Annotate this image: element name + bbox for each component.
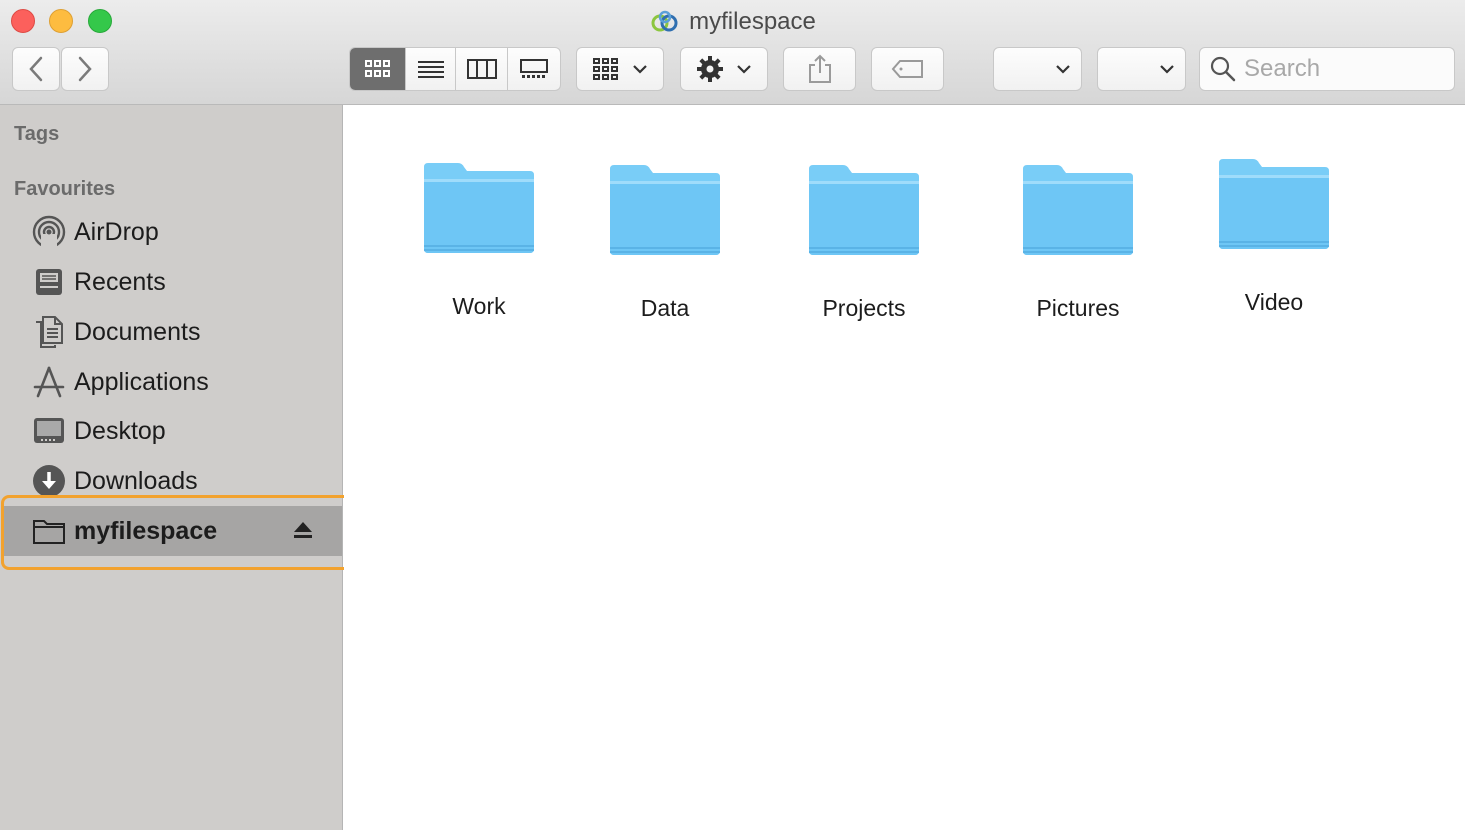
tag-icon (891, 60, 923, 78)
chevron-down-icon (1160, 65, 1174, 74)
search-input[interactable] (1244, 55, 1444, 83)
forward-button[interactable] (61, 47, 109, 91)
window-title: myfilespace (0, 8, 1465, 36)
folder-item-projects[interactable]: Projects (779, 163, 949, 322)
gallery-view-icon (520, 59, 548, 78)
sidebar-item-downloads[interactable]: Downloads (4, 456, 342, 506)
window-title-text: myfilespace (689, 8, 816, 35)
folder-icon (809, 165, 919, 255)
chevron-down-icon (737, 65, 751, 74)
sidebar-item-label: myfilespace (74, 516, 218, 545)
folder-item-video[interactable]: Video (1189, 157, 1359, 316)
folder-name: Video (1244, 289, 1304, 315)
grid-group-icon (593, 58, 618, 80)
tag-button[interactable] (871, 47, 944, 91)
favourites-heading[interactable]: Favourites (14, 178, 115, 201)
sidebar-item-label: Downloads (74, 466, 198, 495)
icon-view-icon (364, 60, 390, 77)
search-field[interactable] (1199, 47, 1455, 91)
desktop-icon (32, 414, 66, 448)
applications-icon (32, 365, 66, 399)
back-button[interactable] (12, 47, 60, 91)
documents-icon (32, 315, 66, 349)
folder-item-pictures[interactable]: Pictures (993, 163, 1163, 322)
chevron-left-icon (29, 56, 43, 82)
folder-name: Work (452, 293, 506, 319)
share-icon (808, 54, 831, 83)
eject-icon[interactable] (292, 519, 314, 541)
downloads-icon (32, 464, 66, 498)
folder-icon (1023, 165, 1133, 255)
folder-item-data[interactable]: Data (580, 163, 750, 322)
folder-name: Pictures (1036, 295, 1120, 321)
myfilespace-logo-icon (651, 10, 678, 32)
sidebar-item-label: Desktop (74, 416, 166, 445)
chevron-right-icon (78, 56, 92, 82)
recents-icon (32, 265, 66, 299)
list-view-button[interactable] (406, 48, 456, 90)
folder-name: Data (640, 295, 690, 321)
icon-view-button[interactable] (350, 48, 406, 90)
folder-icon (32, 514, 66, 548)
tags-heading[interactable]: Tags (14, 123, 59, 146)
toolbar-dropdown-2[interactable] (1097, 47, 1186, 91)
sidebar-item-airdrop[interactable]: AirDrop (4, 207, 342, 257)
share-button[interactable] (783, 47, 856, 91)
sidebar-item-myfilespace[interactable]: myfilespace (4, 506, 342, 556)
gallery-view-button[interactable] (508, 48, 560, 90)
chevron-down-icon (633, 65, 647, 74)
title-bar: myfilespace (0, 0, 1465, 105)
airdrop-icon (32, 215, 66, 249)
column-view-icon (466, 59, 497, 79)
folder-item-work[interactable]: Work (394, 161, 564, 320)
group-by-button[interactable] (576, 47, 664, 91)
sidebar-item-label: Documents (74, 317, 201, 346)
chevron-down-icon (1056, 65, 1070, 74)
folder-icon (610, 165, 720, 255)
folder-name: Projects (822, 295, 906, 321)
sidebar-item-recents[interactable]: Recents (4, 257, 342, 307)
toolbar-dropdown-1[interactable] (993, 47, 1082, 91)
folder-icon (424, 163, 534, 253)
sidebar: Tags Favourites AirDrop Recents Document… (0, 105, 343, 830)
action-menu-button[interactable] (680, 47, 768, 91)
folder-icon (1219, 159, 1329, 249)
view-mode-control (349, 47, 561, 91)
sidebar-item-documents[interactable]: Documents (4, 307, 342, 357)
sidebar-item-desktop[interactable]: Desktop (4, 406, 342, 456)
file-browser-content: Work Data Projects Pictures Video (344, 105, 1465, 830)
column-view-button[interactable] (456, 48, 508, 90)
sidebar-item-label: AirDrop (74, 217, 159, 246)
sidebar-item-label: Recents (74, 267, 166, 296)
search-icon (1210, 56, 1236, 82)
sidebar-item-applications[interactable]: Applications (4, 357, 342, 407)
list-view-icon (417, 61, 444, 78)
gear-icon (697, 56, 723, 82)
sidebar-item-label: Applications (74, 367, 209, 396)
